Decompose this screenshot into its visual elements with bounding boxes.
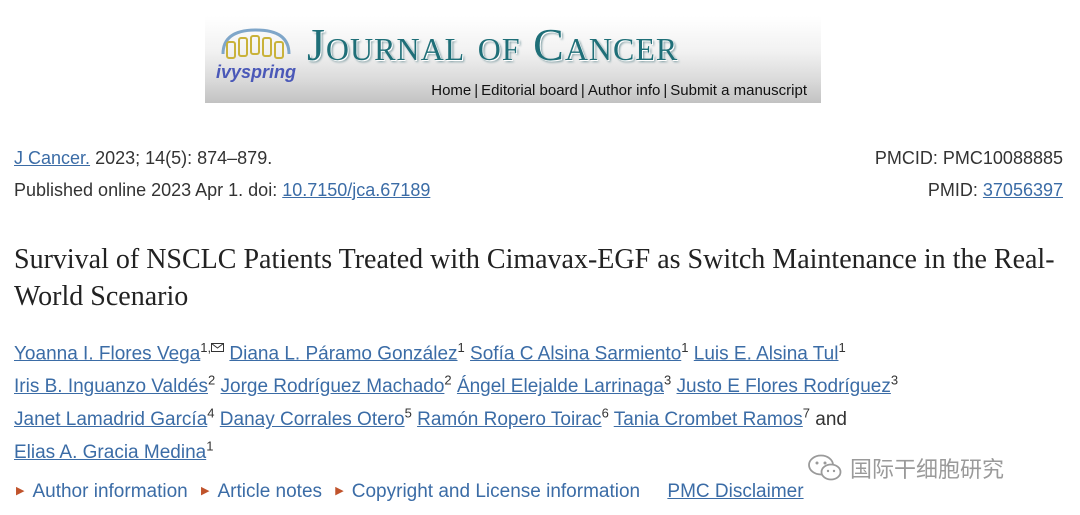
- nav-separator: |: [474, 82, 479, 99]
- journal-masthead: ivyspring Journal of Cancer Home | Editori…: [205, 16, 821, 103]
- wechat-icon: [808, 454, 842, 481]
- author-link[interactable]: Ángel Elejalde Larrinaga: [457, 376, 664, 397]
- affiliation-sup: 3: [890, 373, 899, 388]
- journal-name: Journal of Cancer: [307, 19, 679, 70]
- author-link[interactable]: Danay Corrales Otero: [220, 409, 405, 430]
- journal-link[interactable]: J Cancer.: [14, 148, 90, 168]
- pmid-label: PMID:: [927, 180, 978, 200]
- author-link[interactable]: Diana L. Páramo González: [229, 343, 457, 364]
- author-information-link[interactable]: Author information: [32, 481, 187, 502]
- affiliation-sup: 7: [802, 406, 810, 421]
- nav-separator: |: [580, 82, 585, 99]
- affiliation-sup: 3: [663, 373, 672, 388]
- pmid-link[interactable]: 37056397: [983, 180, 1063, 200]
- pmid-line: PMID: 37056397: [928, 180, 1063, 201]
- author-link[interactable]: Justo E Flores Rodríguez: [677, 376, 891, 397]
- journal-nav: Home | Editorial board | Author info | Submit …: [431, 82, 807, 99]
- author-link[interactable]: Tania Crombet Ramos: [614, 409, 803, 430]
- author-link[interactable]: Sofía C Alsina Sarmiento: [470, 343, 681, 364]
- expand-triangle-icon: ▶: [16, 485, 25, 497]
- authors-and-text: and: [815, 409, 847, 431]
- nav-author-info-link[interactable]: Author info: [588, 82, 661, 99]
- affiliation-sup: 1,: [200, 340, 212, 355]
- author-link[interactable]: Luis E. Alsina Tul: [694, 343, 839, 364]
- copyright-license-link[interactable]: Copyright and License information: [352, 481, 640, 502]
- nav-home-link[interactable]: Home: [431, 82, 471, 99]
- affiliation-sup: 2: [207, 373, 216, 388]
- affiliation-sup: 5: [404, 406, 412, 421]
- author-link[interactable]: Janet Lamadrid García: [14, 409, 207, 430]
- author-link[interactable]: Elias A. Gracia Medina: [14, 442, 206, 463]
- expand-triangle-icon: ▶: [335, 485, 344, 497]
- affiliation-sup: 1: [206, 439, 214, 454]
- affiliation-sup: 2: [444, 373, 452, 388]
- pmcid: PMCID: PMC10088885: [874, 148, 1063, 168]
- watermark-text: 国际干细胞研究: [850, 458, 1005, 483]
- affiliation-sup: 1: [681, 340, 689, 355]
- article-notes-link[interactable]: Article notes: [217, 481, 322, 502]
- wechat-watermark: 国际干细胞研究: [808, 451, 1068, 485]
- nav-editorial-board-link[interactable]: Editorial board: [481, 82, 578, 99]
- author-list: Yoanna I. Flores Vega1, Diana L. Páramo …: [14, 330, 1064, 469]
- doi-link[interactable]: 10.7150/jca.67189: [282, 180, 430, 200]
- expand-triangle-icon: ▶: [201, 485, 210, 497]
- nav-separator: |: [663, 82, 668, 99]
- author-link[interactable]: Jorge Rodríguez Machado: [221, 376, 445, 397]
- ivyspring-logo: ivyspring: [213, 24, 299, 91]
- affiliation-sup: 4: [207, 406, 215, 421]
- affiliation-sup: 1: [457, 340, 465, 355]
- author-link[interactable]: Yoanna I. Flores Vega: [14, 343, 200, 364]
- affiliation-sup: 1: [838, 340, 846, 355]
- published-line: Published online 2023 Apr 1. doi: 10.715…: [14, 180, 430, 201]
- author-link[interactable]: Iris B. Inguanzo Valdés: [14, 376, 208, 397]
- svg-text:ivyspring: ivyspring: [216, 62, 296, 82]
- volume-info: 2023; 14(5): 874–879.: [95, 148, 273, 168]
- article-title: Survival of NSCLC Patients Treated with …: [14, 244, 1055, 312]
- author-link[interactable]: Ramón Ropero Toirac: [417, 409, 601, 430]
- affiliation-sup: 6: [601, 406, 609, 421]
- mail-icon[interactable]: [211, 330, 225, 363]
- citation-line: J Cancer. 2023; 14(5): 874–879.: [14, 148, 272, 169]
- pmc-disclaimer-link[interactable]: PMC Disclaimer: [667, 481, 803, 502]
- nav-submit-manuscript-link[interactable]: Submit a manuscript: [670, 82, 807, 99]
- published-prefix: Published online 2023 Apr 1. doi:: [14, 180, 278, 200]
- article-info-links: ▶ Author information ▶ Article notes ▶ Copy…: [14, 481, 804, 503]
